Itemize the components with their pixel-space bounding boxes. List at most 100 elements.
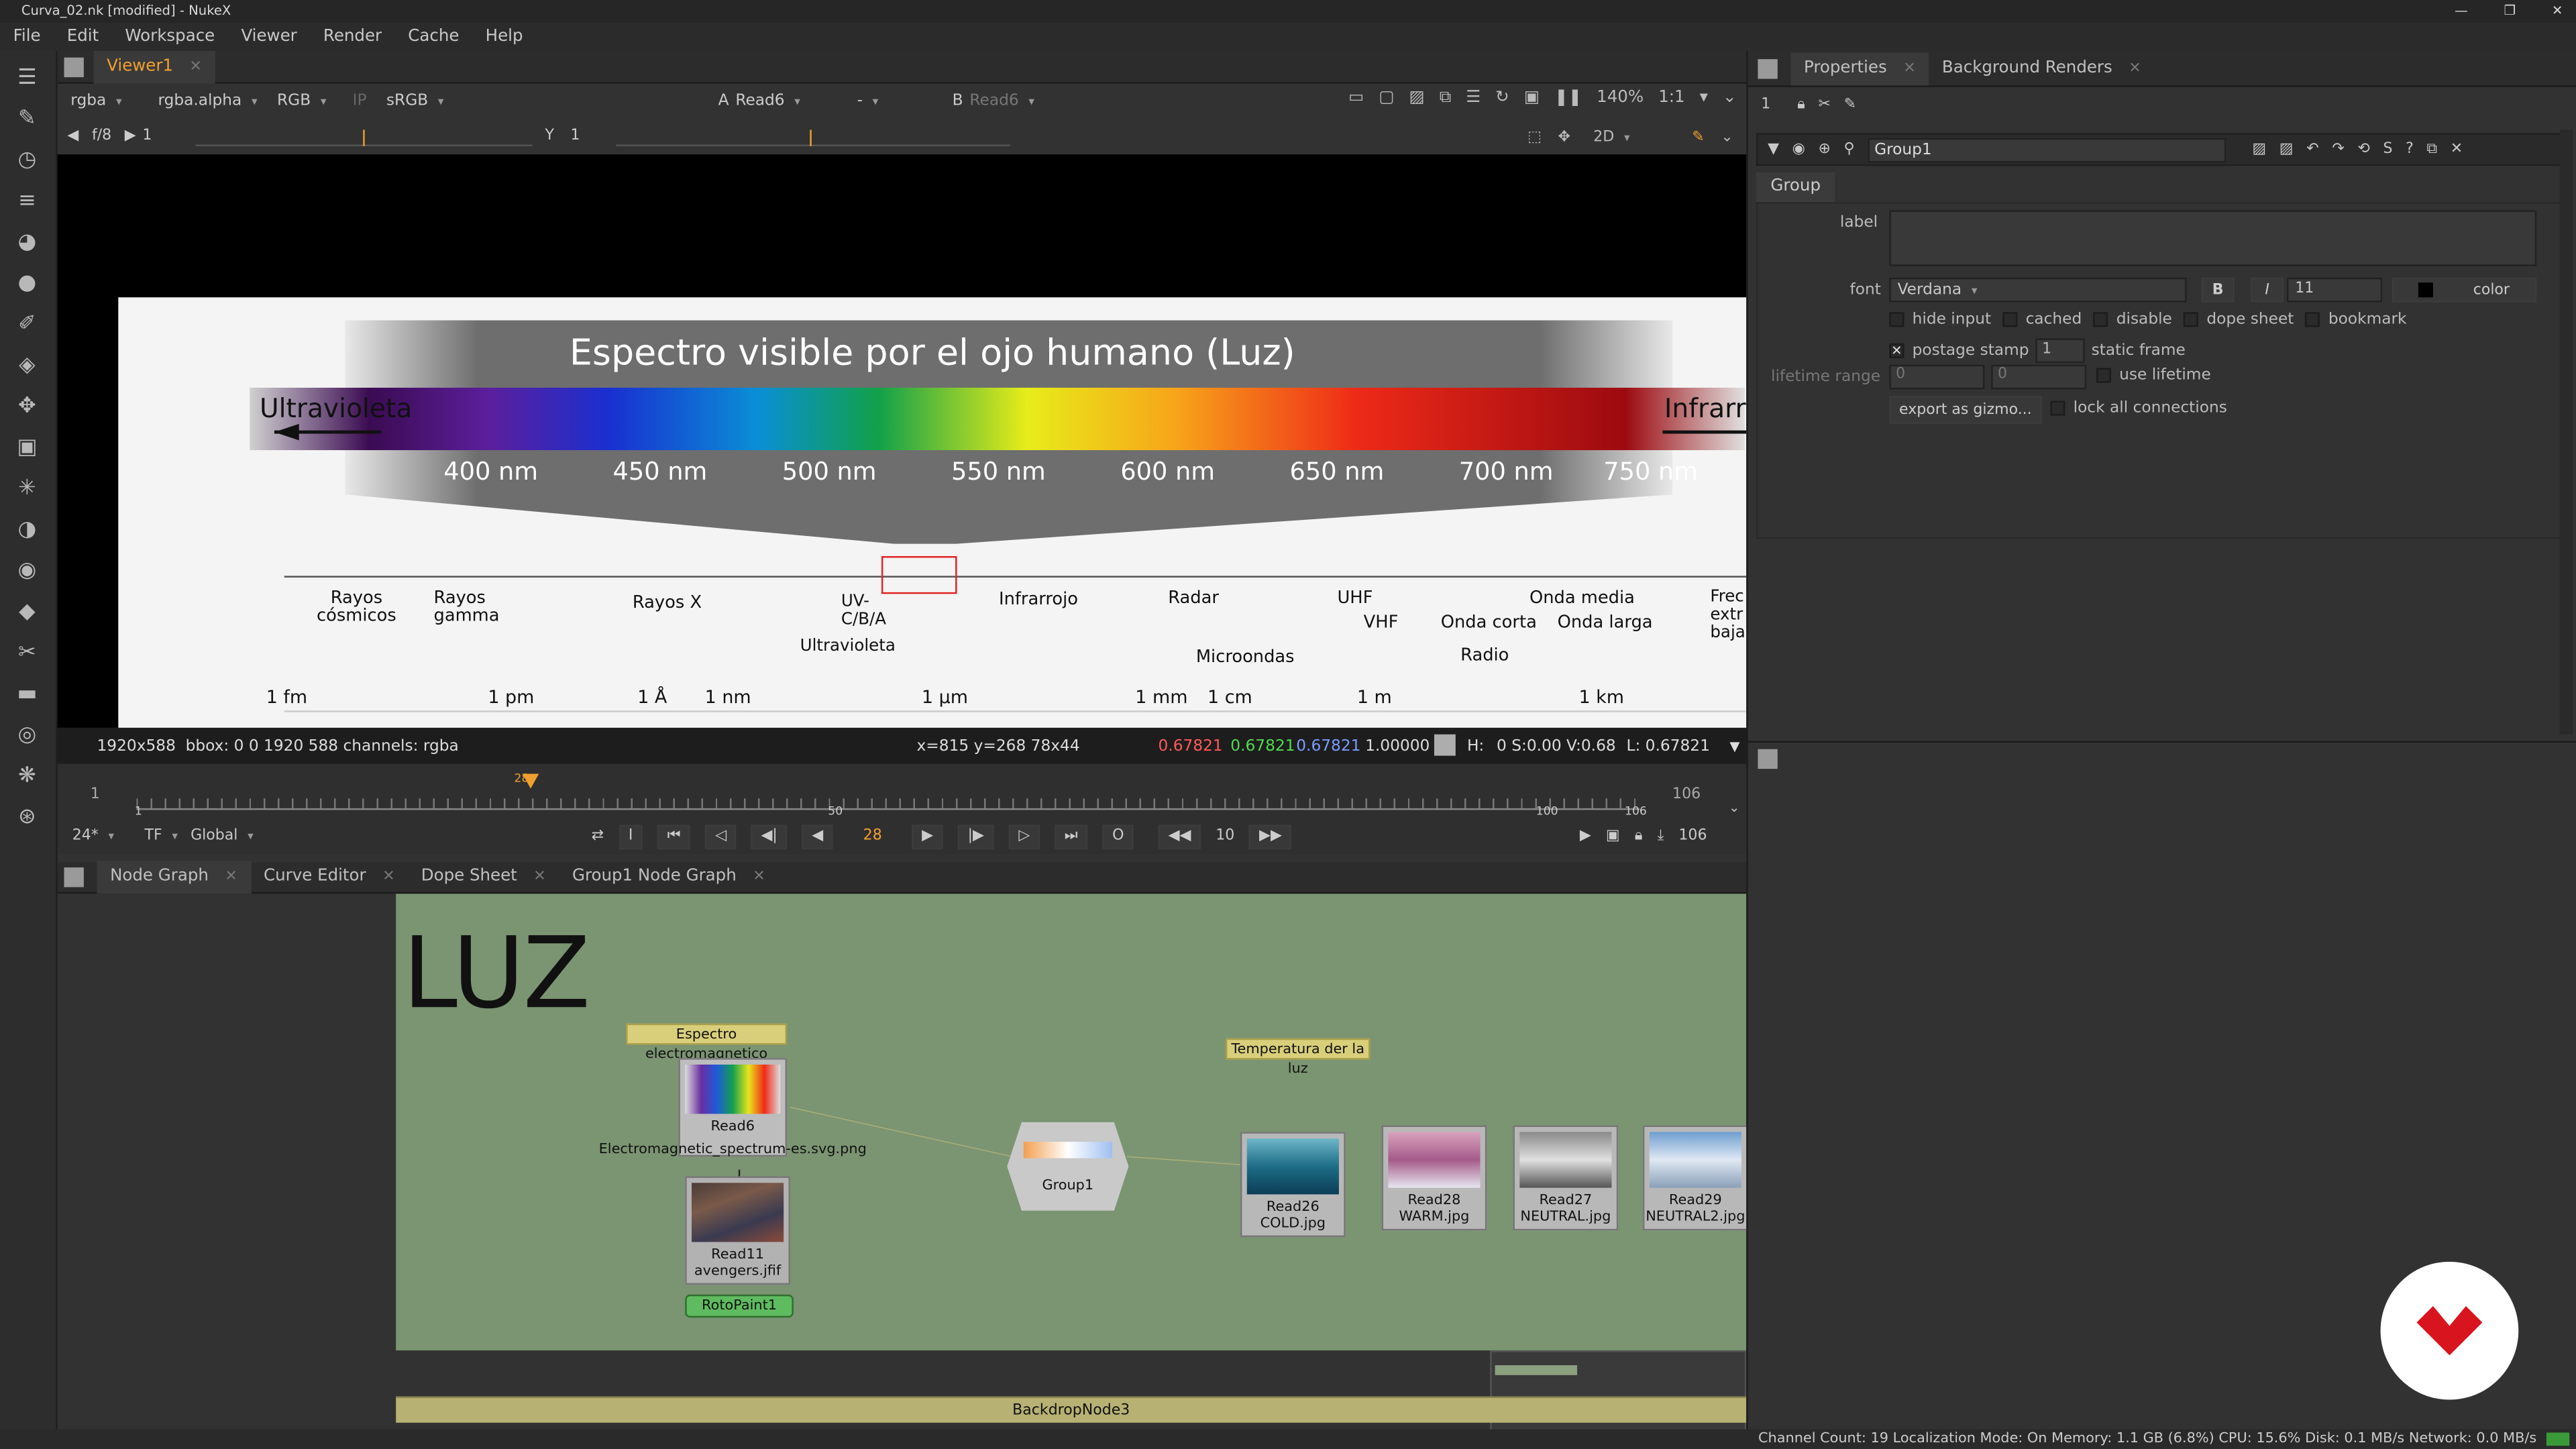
panel-menu-icon[interactable] (1758, 749, 1778, 769)
channel-icon[interactable]: ≡ (13, 187, 42, 215)
filter-icon[interactable]: ● (13, 270, 42, 298)
prev-frame-button[interactable]: ◀| (751, 824, 788, 849)
out-point-button[interactable]: O (1102, 824, 1134, 849)
particles-icon[interactable]: ✳ (13, 475, 42, 503)
settings-icon[interactable]: ⊛ (13, 804, 42, 832)
italic-button[interactable]: I (2251, 277, 2284, 303)
timeline-end[interactable]: 106 (1672, 787, 1701, 803)
channels-dropdown[interactable]: rgba (64, 89, 129, 113)
properties-scrollbar[interactable] (2559, 129, 2573, 735)
close-tab-icon[interactable]: ✕ (190, 58, 202, 74)
next-arrow-icon[interactable]: ▶ (125, 128, 136, 144)
node-name-field[interactable]: Group1 (1868, 137, 2226, 162)
tab-group[interactable]: Group (1756, 172, 1835, 203)
menu-help[interactable]: Help (472, 23, 536, 51)
panel-menu-icon[interactable] (1758, 58, 1778, 78)
hide-input-checkbox[interactable]: hide input (1889, 311, 1991, 329)
prev-key-button[interactable]: ◁ (705, 824, 737, 849)
color-icon[interactable]: ◕ (13, 228, 42, 256)
read27-node[interactable]: Read27 NEUTRAL.jpg (1513, 1125, 1619, 1231)
lock-connections-checkbox[interactable]: lock all connections (2050, 399, 2227, 417)
refresh-icon[interactable]: ↻ (1495, 89, 1509, 107)
first-frame-button[interactable]: ⏮ (657, 824, 691, 849)
tf-dropdown[interactable]: TF (138, 824, 178, 849)
lut-dropdown[interactable]: sRGB (380, 89, 472, 113)
plugins-icon[interactable]: ❋ (13, 762, 42, 790)
bold-button[interactable]: B (2201, 277, 2235, 303)
font-dropdown[interactable]: Verdana (1889, 277, 2187, 303)
image-tools-icon[interactable]: ☰ (13, 64, 42, 93)
transform-icon[interactable]: ✥ (13, 392, 42, 421)
in-point-button[interactable]: I (619, 824, 643, 849)
chevron-down-icon[interactable]: ▼ (1729, 739, 1739, 753)
color-swatch-icon[interactable]: ▨ (2252, 142, 2266, 158)
step-value[interactable]: 10 (1216, 828, 1234, 844)
center-icon[interactable]: ⊕ (1818, 142, 1830, 158)
gamma-slider[interactable] (616, 127, 1011, 146)
lock-icon[interactable]: 🔒︎ (1797, 97, 1805, 113)
close-tab-icon[interactable]: ✕ (753, 869, 765, 885)
b-input-dropdown[interactable]: Read6 (963, 89, 1075, 113)
clip-icon[interactable]: ☰ (1466, 89, 1481, 107)
read28-node[interactable]: Read28 WARM.jpg (1381, 1125, 1487, 1231)
loop-icon[interactable]: ⇄ (592, 828, 604, 844)
panel-menu-icon[interactable] (64, 867, 84, 888)
read29-node[interactable]: Read29 NEUTRAL2.jpg (1642, 1125, 1747, 1231)
tab-curve-editor[interactable]: Curve Editor ✕ (250, 861, 408, 894)
menu-viewer[interactable]: Viewer (228, 23, 310, 51)
alpha-dropdown[interactable]: rgba.alpha (152, 89, 264, 113)
dope-sheet-checkbox[interactable]: dope sheet (2184, 311, 2294, 329)
overlay-icon[interactable]: ⧉ (1440, 89, 1451, 107)
tab-node-graph[interactable]: Node Graph ✕ (97, 861, 251, 894)
close-tab-icon[interactable]: ✕ (382, 869, 394, 885)
a-input-dropdown[interactable]: Read6 (729, 89, 844, 113)
play-back-button[interactable]: ◀ (802, 824, 833, 849)
backdrop-node3[interactable]: BackdropNode3 (396, 1396, 1747, 1423)
menu-file[interactable]: File (0, 23, 54, 51)
roi-icon[interactable]: ▭ (1348, 89, 1364, 107)
chevron-down-icon[interactable]: ⌄ (1721, 129, 1733, 145)
fps-dropdown[interactable]: 24* (66, 824, 131, 849)
metadata-icon[interactable]: ◆ (13, 598, 42, 626)
time-icon[interactable]: ◷ (13, 146, 42, 174)
read26-node[interactable]: Read26 COLD.jpg (1240, 1132, 1346, 1238)
menu-workspace[interactable]: Workspace (112, 23, 228, 51)
last-frame-button[interactable]: ⏭ (1055, 824, 1088, 849)
deep-icon[interactable]: ◑ (13, 516, 42, 544)
more-icon[interactable]: ⌄ (1723, 89, 1737, 107)
rotopaint1-node[interactable]: RotoPaint1 (685, 1294, 794, 1318)
timeline-start[interactable]: 1 (91, 787, 100, 803)
lifetime-start-field[interactable]: 0 (1889, 364, 1985, 390)
camera-icon[interactable]: ✥ (1558, 129, 1570, 145)
paint-icon[interactable]: ✎ (1692, 129, 1704, 145)
group1-node[interactable]: Group1 (1007, 1122, 1129, 1211)
ip-toggle[interactable]: IP (353, 92, 367, 110)
edit-icon[interactable]: ✎ (1844, 97, 1856, 113)
undo-icon[interactable]: ↶ (2306, 142, 2318, 158)
gamma-value[interactable]: 1 (570, 128, 616, 144)
gain-slider-handle[interactable] (362, 129, 365, 146)
script-icon[interactable]: S (2383, 142, 2392, 158)
fstop-value[interactable]: f/8 (92, 128, 111, 144)
tab-properties[interactable]: Properties ✕ (1790, 52, 1929, 85)
step-back-button[interactable]: ◀◀ (1158, 824, 1201, 849)
scope-dropdown[interactable]: Global (184, 824, 269, 849)
chevron-down-icon[interactable]: ▾ (1700, 89, 1708, 107)
3d-icon[interactable]: ▣ (13, 434, 42, 462)
step-forward-button[interactable]: ▶▶ (1249, 824, 1292, 849)
lock-icon[interactable]: 🔒︎ (1635, 828, 1643, 844)
prev-arrow-icon[interactable]: ◀ (67, 128, 78, 144)
float-icon[interactable]: ✂ (1819, 97, 1831, 113)
next-frame-button[interactable]: |▶ (957, 824, 994, 849)
help-icon[interactable]: ? (2406, 142, 2414, 158)
colorspace-dropdown[interactable]: RGB (270, 89, 333, 113)
close-tab-icon[interactable]: ✕ (533, 869, 545, 885)
end-frame-field[interactable]: 106 (1678, 828, 1707, 844)
other-icon[interactable]: ▬ (13, 680, 42, 708)
next-key-button[interactable]: ▷ (1008, 824, 1040, 849)
view-icon[interactable]: ◉ (1792, 142, 1805, 158)
disable-checkbox[interactable]: disable (2093, 311, 2172, 329)
menu-cache[interactable]: Cache (395, 23, 472, 51)
views-icon[interactable]: ◉ (13, 557, 42, 585)
float-panel-icon[interactable]: ⧉ (2426, 142, 2437, 158)
